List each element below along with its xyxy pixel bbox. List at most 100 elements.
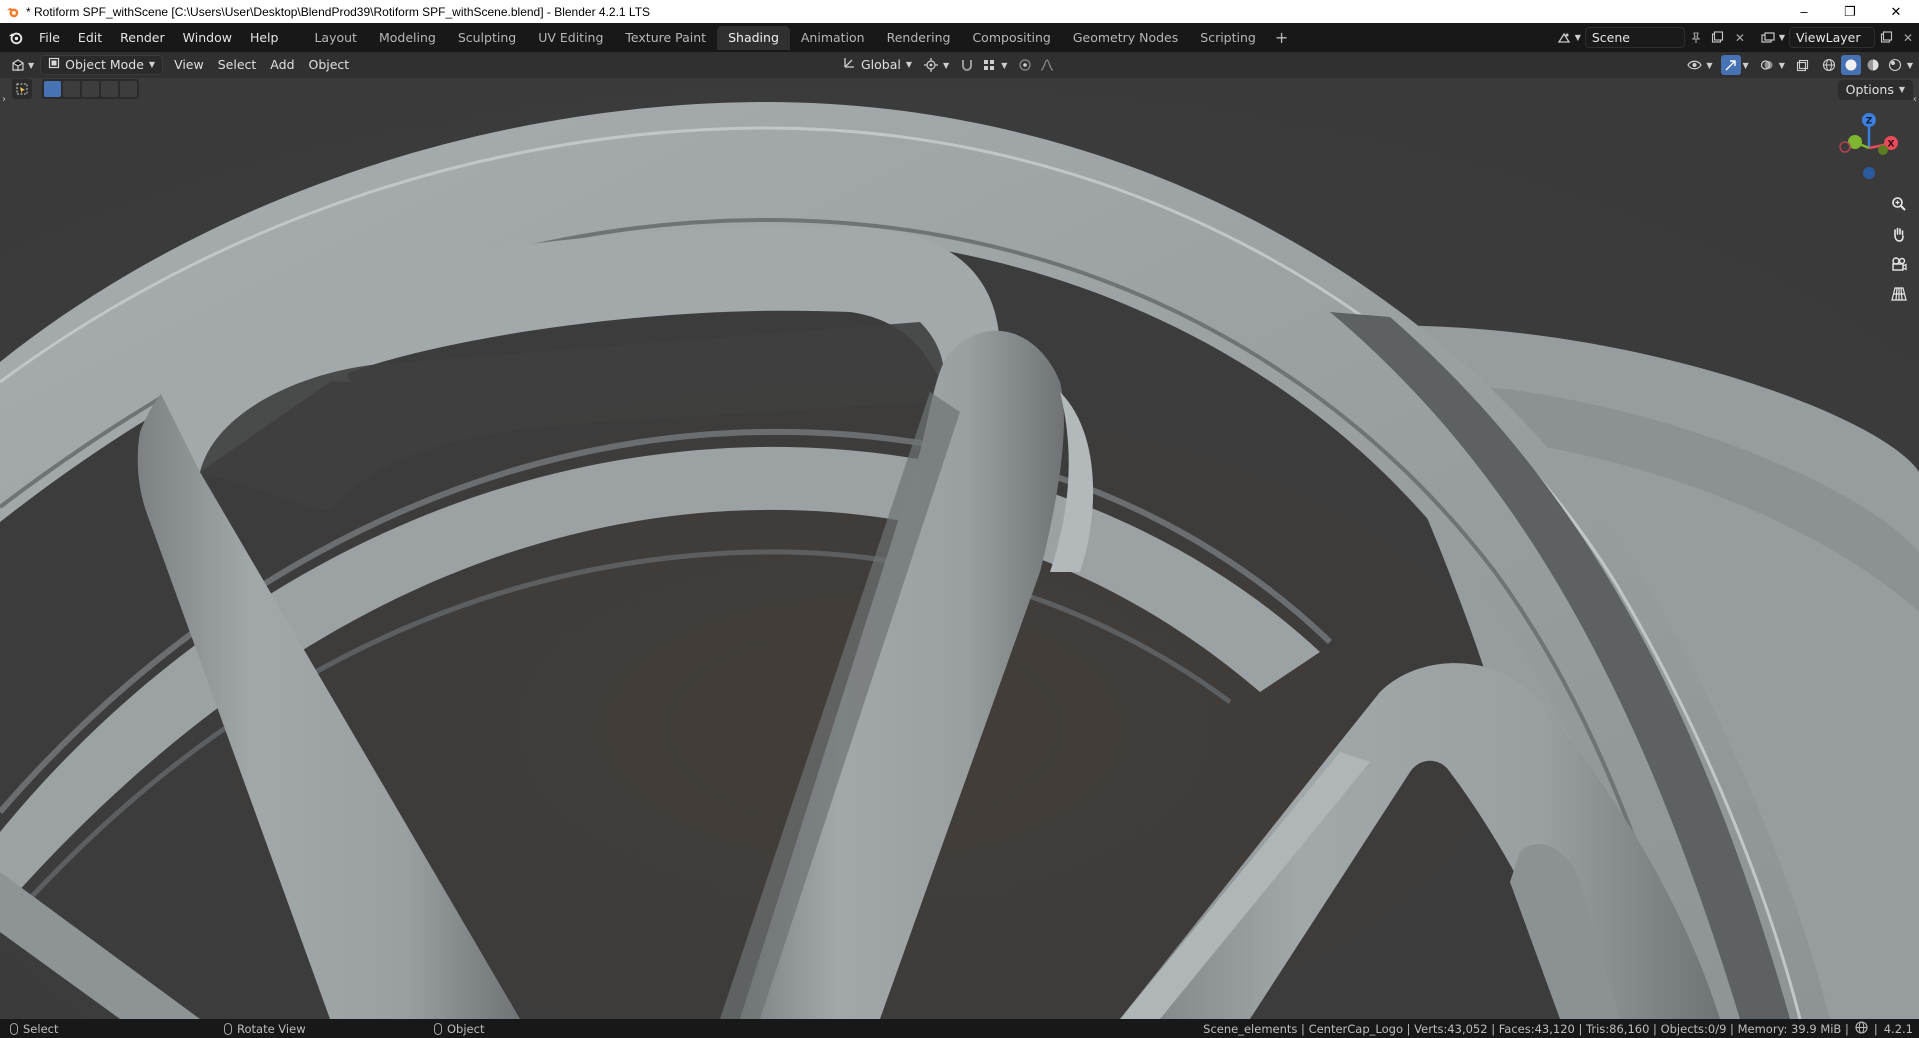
menu-help[interactable]: Help	[241, 27, 288, 49]
chevron-down-icon[interactable]: ▼	[1743, 61, 1749, 70]
menu-window[interactable]: Window	[174, 27, 241, 49]
orientation-icon	[843, 55, 856, 75]
wireframe-shading-icon[interactable]	[1819, 55, 1839, 75]
gizmo-neg-y-axis[interactable]	[1878, 145, 1888, 155]
pivot-point-icon[interactable]	[921, 55, 941, 75]
menu-edit[interactable]: Edit	[69, 27, 111, 49]
menu-view[interactable]: View	[167, 55, 211, 75]
minimize-button[interactable]: –	[1781, 0, 1827, 23]
mode-invert-selection-icon[interactable]	[101, 81, 118, 97]
show-gizmo-icon[interactable]	[1720, 55, 1741, 75]
tab-uv-editing[interactable]: UV Editing	[527, 26, 614, 50]
perspective-grid-icon[interactable]	[1887, 282, 1911, 306]
zoom-icon[interactable]	[1887, 192, 1911, 216]
overlays-icon[interactable]	[1757, 55, 1777, 75]
orientation-label: Global	[861, 57, 901, 72]
tab-scripting[interactable]: Scripting	[1189, 26, 1267, 50]
scene-type-icon[interactable]	[1553, 27, 1575, 49]
remove-view-layer-icon[interactable]: ✕	[1897, 27, 1919, 49]
blender-window: * Rotiform SPF_withScene [C:\Users\User\…	[0, 0, 1919, 1038]
3d-viewport[interactable]: ▼ Object Mode ▼ View Select Add Object G…	[0, 52, 1919, 1019]
new-scene-icon[interactable]	[1707, 27, 1729, 49]
chevron-down-icon[interactable]: ▼	[28, 61, 34, 70]
menu-render[interactable]: Render	[111, 27, 174, 49]
gizmo-neg-x-axis[interactable]	[1839, 141, 1851, 153]
tab-sculpting[interactable]: Sculpting	[447, 26, 527, 50]
chevron-down-icon[interactable]: ▼	[1779, 33, 1785, 42]
menu-file[interactable]: File	[30, 27, 69, 49]
tool-settings-row	[12, 78, 139, 100]
snap-increment-icon[interactable]	[979, 55, 999, 75]
view-layer-name: ViewLayer	[1796, 30, 1861, 45]
chevron-down-icon[interactable]: ▼	[1001, 61, 1007, 70]
tab-geometry-nodes[interactable]: Geometry Nodes	[1062, 26, 1189, 50]
gizmo-x-label: X	[1888, 140, 1895, 150]
status-select-label: Select	[23, 1021, 59, 1036]
mode-intersect-selection-icon[interactable]	[120, 81, 137, 97]
status-rotate-hint: Rotate View	[224, 1022, 306, 1036]
object-mode-icon	[48, 55, 60, 75]
blender-app-icon	[6, 7, 19, 17]
tab-compositing[interactable]: Compositing	[961, 26, 1061, 50]
close-button[interactable]: ✕	[1873, 0, 1919, 23]
navigation-gizmo[interactable]: Z X	[1831, 110, 1901, 190]
gizmo-neg-z-axis[interactable]	[1863, 167, 1875, 179]
sidebar-expand-arrow-icon[interactable]: ‹	[1913, 94, 1917, 105]
window-title: * Rotiform SPF_withScene [C:\Users\User\…	[26, 4, 651, 19]
menu-add[interactable]: Add	[263, 55, 301, 75]
solid-shading-icon[interactable]	[1840, 55, 1861, 75]
proportional-editing-icon[interactable]	[1015, 55, 1035, 75]
mode-selector[interactable]: Object Mode ▼	[40, 55, 164, 75]
scene-name: Scene	[1591, 30, 1630, 45]
camera-view-icon[interactable]	[1887, 252, 1911, 276]
maximize-button[interactable]: ❐	[1827, 0, 1873, 23]
chevron-down-icon[interactable]: ▼	[1575, 33, 1581, 42]
add-workspace-button[interactable]: +	[1267, 28, 1296, 47]
view-layer-field[interactable]: ViewLayer	[1789, 27, 1875, 48]
blender-logo-icon[interactable]	[0, 23, 30, 52]
editor-type-icon[interactable]	[8, 55, 28, 75]
tab-animation[interactable]: Animation	[790, 26, 876, 50]
toolbar-expand-arrow-icon[interactable]: ›	[2, 94, 6, 105]
wheel-mesh-render[interactable]	[0, 52, 1919, 1019]
orientation-selector[interactable]: Global ▼	[836, 55, 919, 75]
pan-hand-icon[interactable]	[1887, 222, 1911, 246]
options-dropdown[interactable]: Options ▼	[1837, 80, 1913, 100]
tab-layout[interactable]: Layout	[303, 26, 368, 50]
tab-rendering[interactable]: Rendering	[876, 26, 962, 50]
falloff-curve-icon[interactable]	[1037, 55, 1057, 75]
tab-modeling[interactable]: Modeling	[368, 26, 447, 50]
scene-statistics: Scene_elements | CenterCap_Logo | Verts:…	[1203, 1021, 1849, 1036]
material-preview-icon[interactable]	[1863, 55, 1883, 75]
menu-object[interactable]: Object	[302, 55, 357, 75]
visibility-eye-icon[interactable]	[1684, 55, 1704, 75]
rendered-shading-icon[interactable]	[1885, 55, 1905, 75]
scene-name-field[interactable]: Scene	[1584, 27, 1685, 48]
chevron-down-icon[interactable]: ▼	[1907, 61, 1913, 70]
select-box-tool-icon[interactable]	[12, 79, 32, 99]
chevron-down-icon[interactable]: ▼	[1779, 61, 1785, 70]
status-stats: Scene_elements | CenterCap_Logo | Verts:…	[1203, 1019, 1913, 1038]
xray-toggle-icon[interactable]	[1793, 55, 1813, 75]
tab-shading[interactable]: Shading	[717, 25, 790, 50]
view-layer-type-icon[interactable]	[1757, 27, 1779, 49]
options-label: Options	[1845, 82, 1894, 97]
snap-magnet-icon[interactable]	[957, 55, 977, 75]
chevron-down-icon[interactable]: ▼	[1706, 61, 1712, 70]
menu-select[interactable]: Select	[211, 55, 264, 75]
mode-new-selection-icon[interactable]	[44, 81, 61, 97]
mode-extend-selection-icon[interactable]	[63, 81, 80, 97]
remove-scene-icon[interactable]: ✕	[1729, 27, 1751, 49]
mode-subtract-selection-icon[interactable]	[82, 81, 99, 97]
mouse-left-icon	[10, 1022, 18, 1035]
status-bar: Select Rotate View Object Scene_elements…	[0, 1019, 1919, 1038]
separator: |	[1873, 1021, 1878, 1036]
new-view-layer-icon[interactable]	[1875, 27, 1897, 49]
tab-texture-paint[interactable]: Texture Paint	[614, 26, 717, 50]
chevron-down-icon: ▼	[148, 60, 156, 69]
pin-icon[interactable]	[1685, 27, 1707, 49]
window-titlebar: * Rotiform SPF_withScene [C:\Users\User\…	[0, 0, 1919, 23]
mouse-middle-icon	[224, 1022, 232, 1035]
chevron-down-icon[interactable]: ▼	[943, 61, 949, 70]
status-select-hint: Select	[10, 1022, 58, 1036]
